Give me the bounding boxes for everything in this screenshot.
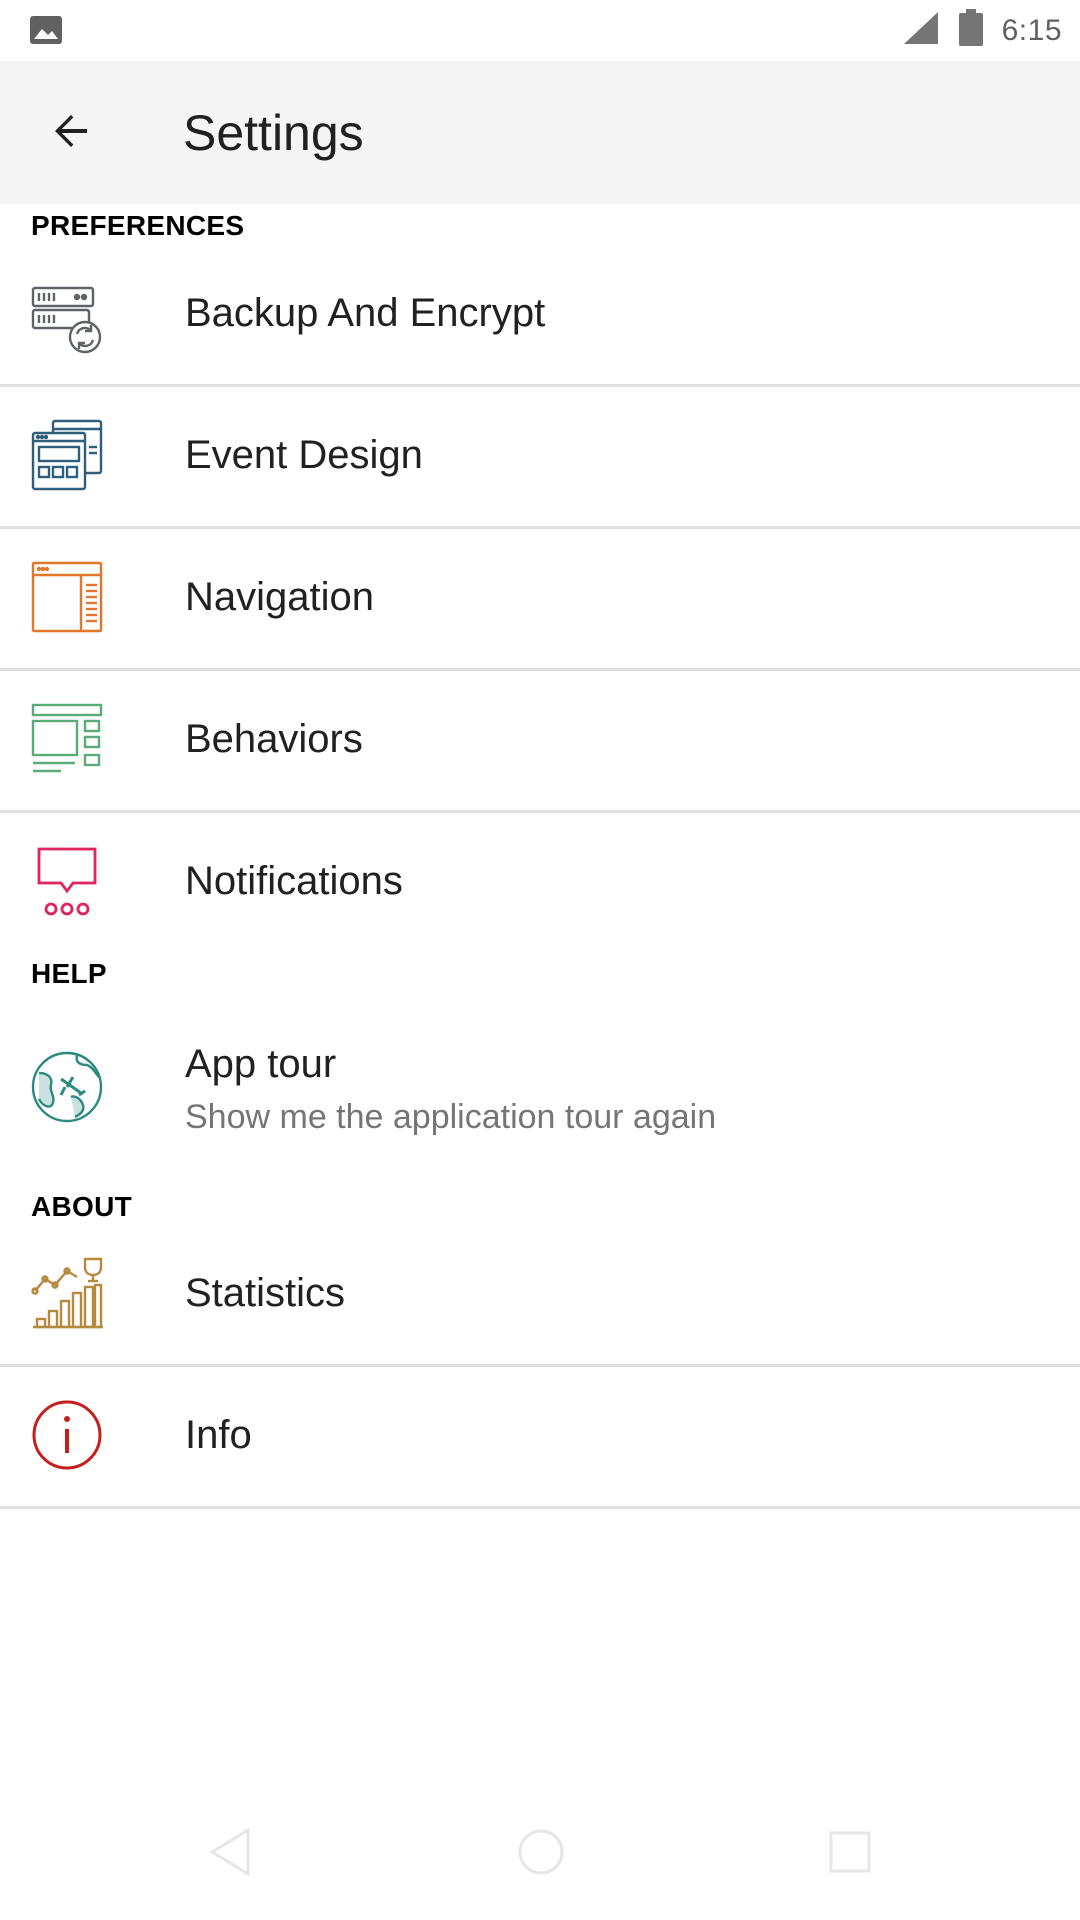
settings-item-label: Info	[185, 1413, 252, 1457]
settings-item-label: Notifications	[185, 859, 403, 903]
nav-recents-icon	[827, 1829, 873, 1880]
settings-item-label: Navigation	[185, 575, 375, 619]
status-time: 6:15	[1001, 13, 1062, 47]
globe-plane-icon	[31, 1051, 103, 1123]
settings-item-statistics[interactable]: Statistics	[0, 1225, 1080, 1365]
app-bar: Settings	[0, 61, 1080, 204]
nav-back-icon	[206, 1826, 254, 1883]
section-header-help: HELP	[31, 958, 107, 989]
nav-recents-button[interactable]	[820, 1824, 880, 1884]
back-button[interactable]	[42, 104, 100, 162]
info-icon	[31, 1399, 103, 1471]
status-right: 6:15	[902, 0, 1062, 61]
status-bar: 6:15	[0, 0, 1080, 61]
layout-blocks-icon	[31, 703, 103, 775]
settings-item-sublabel: Show me the application tour again	[185, 1098, 717, 1136]
divider	[0, 1506, 1080, 1509]
chat-bubble-icon	[31, 845, 103, 917]
arrow-back-icon	[47, 107, 95, 160]
section-header-about: ABOUT	[31, 1191, 133, 1222]
browser-windows-icon	[31, 419, 103, 491]
settings-item-app-tour[interactable]: App tour Show me the application tour ag…	[0, 1015, 1080, 1170]
settings-item-info[interactable]: Info	[0, 1367, 1080, 1507]
server-sync-icon	[31, 285, 103, 357]
settings-item-label: Behaviors	[185, 717, 363, 761]
settings-item-label: App tour	[185, 1042, 337, 1086]
settings-item-backup[interactable]: Backup And Encrypt	[0, 245, 1080, 385]
signal-icon	[902, 10, 940, 51]
image-icon	[29, 15, 63, 45]
settings-item-label: Backup And Encrypt	[185, 291, 546, 335]
nav-back-button[interactable]	[200, 1824, 260, 1884]
settings-item-behaviors[interactable]: Behaviors	[0, 671, 1080, 811]
nav-home-button[interactable]	[511, 1824, 571, 1884]
sidebar-layout-icon	[31, 561, 103, 633]
settings-item-notifications[interactable]: Notifications	[0, 813, 1080, 953]
settings-item-event-design[interactable]: Event Design	[0, 387, 1080, 527]
settings-item-label: Statistics	[185, 1271, 346, 1315]
battery-icon	[958, 9, 984, 52]
settings-item-label: Event Design	[185, 433, 423, 477]
settings-item-navigation[interactable]: Navigation	[0, 529, 1080, 669]
stats-trophy-icon	[31, 1257, 103, 1329]
page-title: Settings	[183, 105, 364, 161]
system-nav-bar	[0, 1794, 1080, 1920]
section-header-preferences: PREFERENCES	[31, 210, 245, 241]
nav-home-icon	[516, 1827, 566, 1882]
